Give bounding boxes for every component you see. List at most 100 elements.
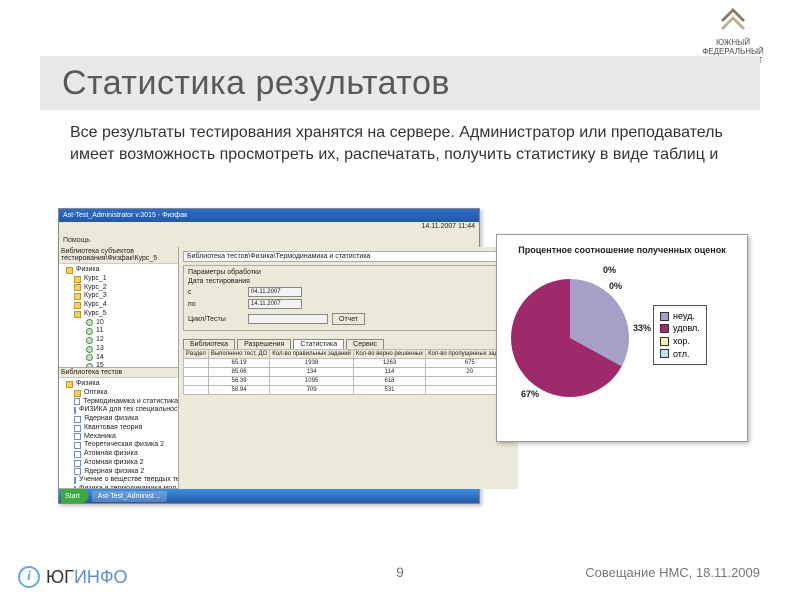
subjects-tree[interactable]: Библиотека субъектов тестирования\Физфак… — [59, 247, 178, 368]
parameters-title: Параметры обработки — [188, 269, 509, 276]
info-icon: i — [18, 566, 40, 588]
tree-item[interactable]: Ядерная физика 2 — [62, 468, 178, 477]
breadcrumb: Библиотека тестов\Физика\Термодинамика и… — [183, 251, 514, 262]
tree-item[interactable]: Курс_4 — [62, 301, 178, 310]
folder-icon — [66, 381, 73, 388]
folder-icon — [74, 276, 81, 283]
date-to-input[interactable]: 14.11.2007 — [248, 299, 302, 309]
tree-item[interactable]: Теоретическая физика 2 — [62, 441, 178, 450]
folder-icon — [66, 267, 73, 274]
tree-item-label: Оптика — [84, 389, 107, 398]
subjects-tree-header: Библиотека субъектов тестирования\Физфак… — [59, 247, 178, 264]
file-icon — [74, 433, 81, 440]
tree-item-label: Теоретическая физика 2 — [84, 441, 164, 450]
admin-app-window: Ast-Test_Administrator v.3015 - Физфак 1… — [58, 208, 480, 504]
test-name-label: Цикл/Тесты — [188, 316, 244, 323]
app-menu[interactable]: Помощь — [59, 237, 479, 247]
report-button[interactable]: Отчет — [332, 313, 365, 325]
window-titlebar: Ast-Test_Administrator v.3015 - Физфак — [59, 209, 479, 222]
tree-item[interactable]: Физика — [62, 266, 178, 275]
tree-item[interactable]: Атомная физика — [62, 450, 178, 459]
tree-item[interactable]: Курс_3 — [62, 292, 178, 301]
tree-item[interactable]: 11 — [62, 327, 178, 336]
tree-item-label: 11 — [96, 327, 103, 336]
date-from-label: с — [188, 289, 244, 296]
tree-item-label: Курс_1 — [84, 275, 107, 284]
pie-label-0a: 0% — [603, 265, 616, 275]
test-name-input[interactable] — [248, 314, 328, 324]
tree-item[interactable]: Курс_1 — [62, 275, 178, 284]
file-icon — [74, 407, 76, 414]
date-to-label: по — [188, 301, 244, 308]
parameters-date-label: Дата тестирования — [188, 278, 509, 285]
tree-item-label: Квантовая теория — [84, 424, 142, 433]
tree-item-label: Курс_4 — [84, 301, 107, 310]
folder-icon — [74, 302, 81, 309]
legend-label: неуд. — [673, 310, 695, 323]
table-row: 56.391095618 — [184, 377, 514, 386]
file-icon — [74, 416, 81, 423]
tab-3[interactable]: Сервис — [346, 339, 384, 349]
table-row: 65.1919381263675 — [184, 359, 514, 368]
tests-tree[interactable]: Библиотека тестов ФизикаОптикаТермодинам… — [59, 368, 178, 489]
page-number: 9 — [396, 564, 404, 580]
tree-item[interactable]: 13 — [62, 345, 178, 354]
tab-1[interactable]: Разрешения — [237, 339, 291, 349]
folder-icon — [74, 284, 81, 291]
tree-item-label: Физика — [76, 266, 99, 275]
tree-item[interactable]: Термодинамика и статистика — [62, 398, 178, 407]
file-icon — [74, 468, 81, 475]
user-icon — [86, 337, 93, 344]
folder-icon — [74, 311, 81, 318]
file-icon — [74, 442, 81, 449]
footer-brand: i ЮГИНФО — [18, 566, 128, 588]
tree-item[interactable]: ФИЗИКА для тех специальностей — [62, 406, 178, 415]
user-icon — [86, 354, 93, 361]
tree-item[interactable]: Атомная физика 2 — [62, 459, 178, 468]
taskbar: Start Ast-Test_Administ… — [59, 489, 479, 503]
tree-item-label: Курс_2 — [84, 284, 107, 293]
tree-item[interactable]: Курс_5 — [62, 310, 178, 319]
tree-item[interactable]: Ядерная физика — [62, 415, 178, 424]
tests-tree-header: Библиотека тестов — [59, 368, 178, 378]
table-header: Раздел — [184, 350, 209, 359]
tree-item-label: Атомная физика — [84, 450, 138, 459]
table-header: Выполнено тест, ДО — [208, 350, 269, 359]
tree-item[interactable]: 10 — [62, 319, 178, 328]
legend-swatch — [660, 349, 669, 358]
tree-item-label: Ядерная физика 2 — [84, 468, 144, 477]
tree-item[interactable]: 12 — [62, 336, 178, 345]
window-date: 14.11.2007 11:44 — [422, 223, 475, 230]
tree-item[interactable]: Учение о веществе твердых тел — [62, 476, 178, 485]
tree-item-label: 12 — [96, 336, 104, 345]
tree-item[interactable]: Курс_2 — [62, 284, 178, 293]
file-icon — [74, 398, 80, 405]
table-header: Кол-во верно решенных — [353, 350, 425, 359]
pie-chart: 0% 0% 33% 67% — [505, 261, 653, 409]
pie-label-33: 33% — [633, 323, 651, 333]
tree-item-label: Курс_5 — [84, 310, 107, 319]
start-button[interactable]: Start — [61, 489, 88, 503]
tree-item[interactable]: Оптика — [62, 389, 178, 398]
folder-icon — [74, 390, 81, 397]
tree-item[interactable]: 14 — [62, 354, 178, 363]
tree-item-label: ФИЗИКА для тех специальностей — [79, 406, 178, 415]
tree-item-label: Механика — [84, 433, 116, 442]
tab-0[interactable]: Библиотека — [183, 339, 235, 349]
legend-label: отл. — [673, 348, 689, 361]
table-row: 85.0613411420 — [184, 368, 514, 377]
tree-item[interactable]: Физика — [62, 380, 178, 389]
file-icon — [74, 460, 81, 467]
pie-label-0b: 0% — [609, 281, 622, 291]
taskbar-app-button[interactable]: Ast-Test_Administ… — [92, 491, 167, 502]
tree-item[interactable]: Квантовая теория — [62, 424, 178, 433]
left-tree-column: Библиотека субъектов тестирования\Физфак… — [59, 247, 179, 489]
tree-item[interactable]: Механика — [62, 433, 178, 442]
date-from-input[interactable]: 04.11.2007 — [248, 287, 302, 297]
table-header: Кол-во правильных заданий — [270, 350, 354, 359]
right-panel: Библиотека тестов\Физика\Термодинамика и… — [179, 247, 518, 489]
legend-item: отл. — [660, 348, 700, 361]
user-icon — [86, 328, 93, 335]
tab-2[interactable]: Статистика — [293, 339, 344, 349]
legend-swatch — [660, 324, 669, 333]
